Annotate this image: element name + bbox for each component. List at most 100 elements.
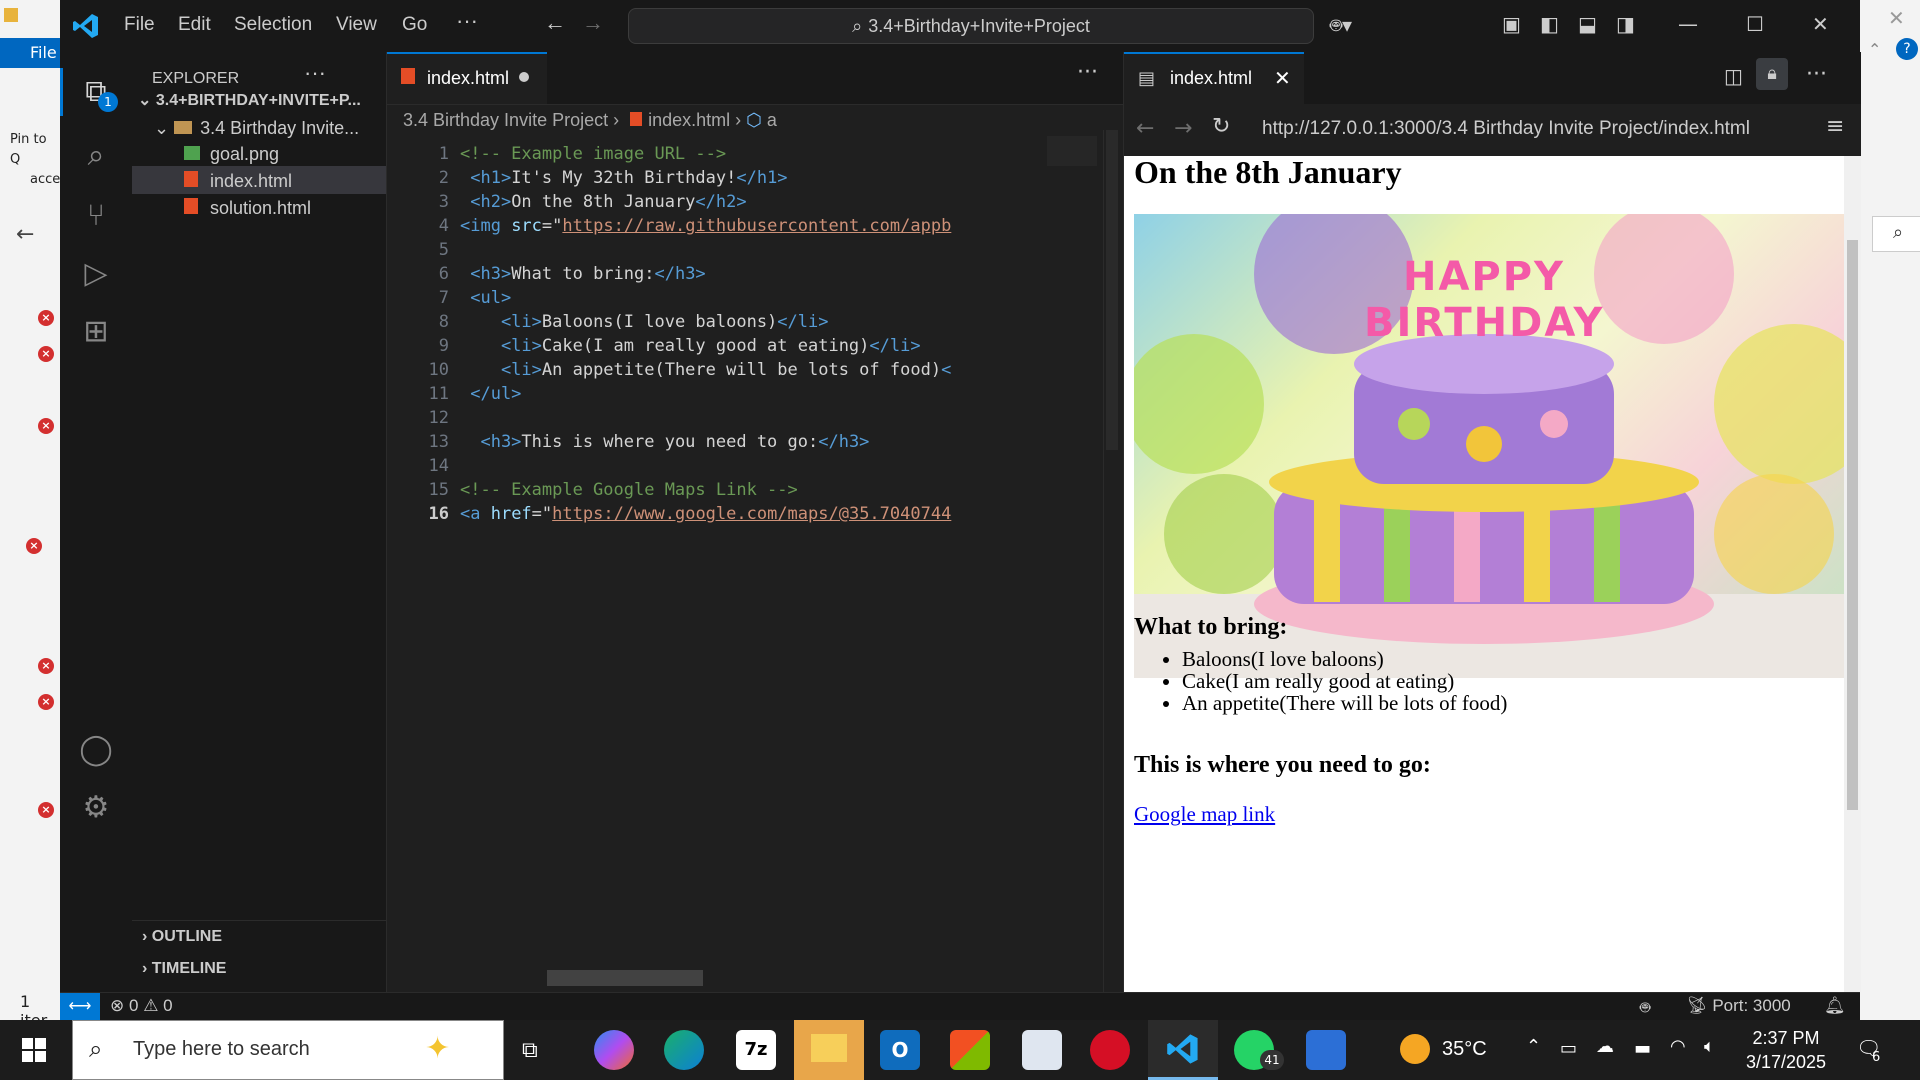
menu-file[interactable]: File — [124, 14, 155, 36]
editor-more-actions-icon[interactable]: ··· — [1077, 60, 1098, 85]
workspace-root[interactable]: ⌄ 3.4+BIRTHDAY+INVITE+P... — [138, 90, 361, 110]
command-center-search[interactable]: ⌕ 3.4+Birthday+Invite+Project — [628, 8, 1314, 44]
windows-start-icon[interactable] — [22, 1038, 46, 1062]
google-map-link[interactable]: Google map link — [1134, 802, 1275, 827]
code-line[interactable]: <img src="https://raw.githubusercontent.… — [460, 216, 951, 236]
split-editor-icon[interactable]: ◫ — [1724, 64, 1743, 88]
meet-icon[interactable]: ▭ — [1560, 1038, 1577, 1059]
forward-arrow-icon[interactable]: → — [582, 10, 604, 36]
maximize-icon[interactable]: ☐ — [1746, 12, 1764, 36]
opera-icon[interactable] — [1090, 1030, 1130, 1070]
back-arrow-icon[interactable]: ← — [1136, 116, 1154, 141]
microsoft-store-icon[interactable] — [950, 1030, 990, 1070]
more-menu-icon[interactable]: ··· — [456, 8, 478, 34]
menu-view[interactable]: View — [336, 14, 377, 36]
back-arrow-icon[interactable]: ← — [544, 10, 566, 36]
problems-indicator[interactable]: ⊗ 0 ⚠ 0 — [110, 996, 173, 1016]
url-bar[interactable]: http://127.0.0.1:3000/3.4 Birthday Invit… — [1262, 112, 1792, 146]
7zip-icon[interactable]: 7z — [736, 1030, 776, 1070]
code-line[interactable]: <!-- Example image URL --> — [460, 144, 726, 164]
source-control-icon[interactable]: ⑂ — [74, 194, 118, 238]
vscode-taskbar-button[interactable] — [1148, 1020, 1218, 1080]
weather-icon[interactable] — [1400, 1034, 1430, 1064]
code-line[interactable]: <h3>This is where you need to go:</h3> — [460, 432, 869, 452]
run-debug-icon[interactable]: ▷ — [74, 252, 118, 296]
more-actions-icon[interactable]: ··· — [1806, 62, 1827, 87]
close-tab-icon[interactable]: ✕ — [1274, 66, 1291, 90]
scrollbar-thumb[interactable] — [1106, 130, 1118, 450]
vscode-window: File Edit Selection View Go ··· ← → ⌕ 3.4… — [60, 0, 1861, 1021]
toggle-panel-icon[interactable]: ⬓ — [1578, 12, 1597, 36]
file-item-goal[interactable]: goal.png — [184, 144, 279, 165]
taskbar-search-box[interactable]: ⌕ Type here to search ✦ — [72, 1020, 504, 1080]
outlook-icon[interactable]: O — [880, 1030, 920, 1070]
search-icon[interactable]: ⌕ — [74, 134, 118, 178]
bell-icon[interactable]: 🔔︎ — [1824, 996, 1846, 1016]
edge-icon[interactable] — [664, 1030, 704, 1070]
tab-index-html[interactable]: index.html — [387, 52, 547, 104]
help-icon[interactable]: ? — [1896, 38, 1918, 60]
minimap[interactable] — [1047, 136, 1097, 166]
copilot-app-icon[interactable] — [594, 1030, 634, 1070]
code-line[interactable]: <a href="https://www.google.com/maps/@35… — [460, 504, 951, 524]
horizontal-scrollbar-thumb[interactable] — [547, 970, 703, 986]
unsaved-dot-icon[interactable] — [519, 72, 529, 82]
menu-go[interactable]: Go — [402, 14, 427, 36]
tab-preview-index-html[interactable]: ▤ index.html ✕ — [1124, 52, 1304, 104]
reload-icon[interactable]: ↻ — [1212, 114, 1230, 139]
document-app-icon[interactable] — [1022, 1030, 1062, 1070]
volume-icon[interactable]: 🔈︎ — [1704, 1036, 1715, 1057]
customize-layout-icon[interactable]: ▣ — [1502, 12, 1521, 36]
timeline-section[interactable]: › TIMELINE — [142, 960, 226, 978]
file-explorer-taskbar-button[interactable] — [794, 1020, 864, 1080]
toggle-primary-sidebar-icon[interactable]: ◧ — [1540, 12, 1559, 36]
wifi-icon[interactable]: ◠ — [1670, 1036, 1686, 1057]
code-line[interactable]: <ul> — [460, 288, 511, 308]
code-line[interactable]: <li>An appetite(There will be lots of fo… — [460, 360, 951, 380]
chevron-up-icon[interactable]: ⌃ — [1526, 1036, 1541, 1057]
copilot-icon[interactable]: 🤖︎▾ — [1330, 12, 1352, 40]
preview-scrollbar[interactable] — [1844, 156, 1861, 992]
code-line[interactable]: <!-- Example Google Maps Link --> — [460, 480, 798, 500]
code-line[interactable]: </ul> — [460, 384, 521, 404]
forward-arrow-icon[interactable]: → — [1174, 116, 1192, 141]
photos-icon[interactable] — [1306, 1030, 1346, 1070]
copilot-status-icon[interactable]: 🤖︎ — [1640, 996, 1650, 1020]
remote-icon[interactable]: ⟷ — [60, 993, 100, 1021]
task-view-icon[interactable]: ⧉ — [522, 1038, 538, 1063]
account-icon[interactable]: ◯ — [74, 728, 118, 772]
back-arrow-icon[interactable]: ← — [16, 222, 34, 247]
extensions-icon[interactable]: ⊞ — [74, 310, 118, 354]
toggle-secondary-sidebar-icon[interactable]: ◨ — [1616, 12, 1635, 36]
background-file-tab[interactable]: File — [0, 38, 60, 68]
outline-section[interactable]: › OUTLINE — [142, 928, 222, 946]
menu-edit[interactable]: Edit — [178, 14, 211, 36]
folder-item[interactable]: ⌄ 3.4 Birthday Invite... — [154, 118, 359, 139]
code-line[interactable]: <li>Cake(I am really good at eating)</li… — [460, 336, 921, 356]
onedrive-icon[interactable]: ☁ — [1596, 1036, 1614, 1057]
vertical-scrollbar[interactable] — [1103, 130, 1120, 992]
port-indicator[interactable]: 📡︎ Port: 3000 — [1686, 996, 1791, 1016]
file-item-solution[interactable]: solution.html — [184, 198, 311, 219]
scrollbar-thumb[interactable] — [1847, 240, 1858, 810]
close-icon[interactable]: ✕ — [1812, 12, 1829, 36]
file-item-index[interactable]: index.html — [184, 171, 292, 192]
gear-icon[interactable]: ⚙ — [74, 786, 118, 830]
minimize-icon[interactable]: — — [1678, 12, 1698, 36]
code-line[interactable]: <h2>On the 8th January</h2> — [460, 192, 746, 212]
search-box[interactable]: ⌕ — [1872, 216, 1920, 252]
menu-selection[interactable]: Selection — [234, 14, 312, 36]
menu-icon[interactable]: ≡ — [1826, 114, 1844, 139]
code-line[interactable]: <li>Baloons(I love baloons)</li> — [460, 312, 829, 332]
search-text: 3.4+Birthday+Invite+Project — [868, 16, 1090, 36]
close-icon[interactable]: ✕ — [1888, 6, 1905, 30]
more-actions-icon[interactable]: ··· — [304, 60, 326, 86]
pin-to-quick-access[interactable]: Pin to Q acce — [10, 130, 60, 190]
battery-icon[interactable]: ▬ — [1634, 1038, 1651, 1059]
code-line[interactable]: <h1>It's My 32th Birthday!</h1> — [460, 168, 787, 188]
weather-temperature[interactable]: 35°C — [1442, 1038, 1487, 1061]
code-line[interactable]: <h3>What to bring:</h3> — [460, 264, 705, 284]
chevron-up-icon[interactable]: ⌃ — [1868, 40, 1881, 59]
clock[interactable]: 2:37 PM 3/17/2025 — [1736, 1026, 1836, 1074]
lock-icon[interactable]: 🔒︎ — [1756, 58, 1788, 90]
